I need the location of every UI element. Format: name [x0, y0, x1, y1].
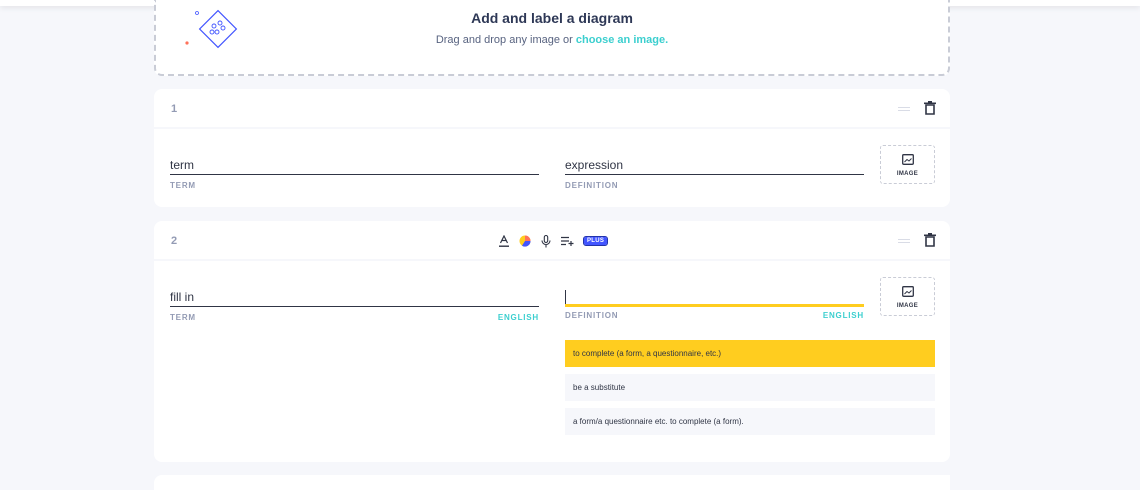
diagram-title: Add and label a diagram: [471, 10, 633, 26]
definition-language-selector[interactable]: ENGLISH: [823, 311, 864, 320]
card-number: 1: [171, 103, 178, 115]
plus-badge[interactable]: PLUS: [582, 236, 609, 246]
definition-label: DEFINITION: [565, 181, 619, 190]
microphone-icon[interactable]: [541, 234, 551, 248]
color-palette-icon[interactable]: [519, 235, 531, 247]
term-field[interactable]: fill in TERM ENGLISH: [170, 287, 539, 322]
term-card-1: 1 term TERM expression DEFINITION IMAGE: [154, 89, 950, 207]
image-icon: [901, 154, 914, 165]
card-number: 2: [171, 235, 178, 247]
image-icon: [901, 286, 914, 297]
drag-handle-icon[interactable]: [898, 239, 910, 243]
definition-input[interactable]: [565, 287, 864, 307]
text-color-icon[interactable]: [499, 235, 509, 247]
term-label-row: TERM ENGLISH: [170, 313, 539, 322]
image-upload-button[interactable]: IMAGE: [880, 145, 935, 184]
choose-image-link[interactable]: choose an image.: [576, 34, 668, 46]
diagram-drop-zone[interactable]: Add and label a diagram Drag and drop an…: [154, 0, 950, 76]
diagram-subtitle-text: Drag and drop any image or: [435, 34, 576, 46]
term-label-row: TERM: [170, 181, 539, 190]
suggestion-item[interactable]: to complete (a form, a questionnaire, et…: [565, 340, 935, 367]
trash-icon[interactable]: [924, 233, 936, 247]
trash-icon[interactable]: [924, 101, 936, 115]
term-input[interactable]: fill in: [170, 287, 539, 307]
image-button-label: IMAGE: [896, 303, 919, 309]
term-card-3-partial: [154, 475, 950, 490]
definition-field[interactable]: expression DEFINITION: [565, 155, 864, 190]
definition-label-row: DEFINITION: [565, 181, 864, 190]
suggestion-item[interactable]: be a substitute: [565, 374, 935, 401]
definition-label-row: DEFINITION ENGLISH: [565, 311, 864, 320]
term-card-2: 2 PLUS fill in TERM ENGLISH DEFINITION E…: [154, 221, 950, 462]
drag-handle-icon[interactable]: [898, 107, 910, 111]
definition-field[interactable]: DEFINITION ENGLISH: [565, 287, 864, 320]
card-header: 2 PLUS: [154, 221, 950, 261]
add-list-icon[interactable]: [561, 236, 574, 246]
formatting-toolbar: PLUS: [499, 234, 609, 248]
diagram-subtitle: Drag and drop any image or choose an ima…: [156, 34, 948, 46]
term-language-selector[interactable]: ENGLISH: [498, 313, 539, 322]
card-header: 1: [154, 89, 950, 129]
text-caret: [565, 290, 566, 304]
definition-input[interactable]: expression: [565, 155, 864, 175]
term-label: TERM: [170, 313, 196, 322]
definition-suggestions: to complete (a form, a questionnaire, et…: [565, 340, 935, 442]
term-field[interactable]: term TERM: [170, 155, 539, 190]
suggestion-item[interactable]: a form/a questionnaire etc. to complete …: [565, 408, 935, 435]
definition-label: DEFINITION: [565, 311, 619, 320]
image-upload-button[interactable]: IMAGE: [880, 277, 935, 316]
term-label: TERM: [170, 181, 196, 190]
term-input[interactable]: term: [170, 155, 539, 175]
image-button-label: IMAGE: [896, 171, 919, 177]
